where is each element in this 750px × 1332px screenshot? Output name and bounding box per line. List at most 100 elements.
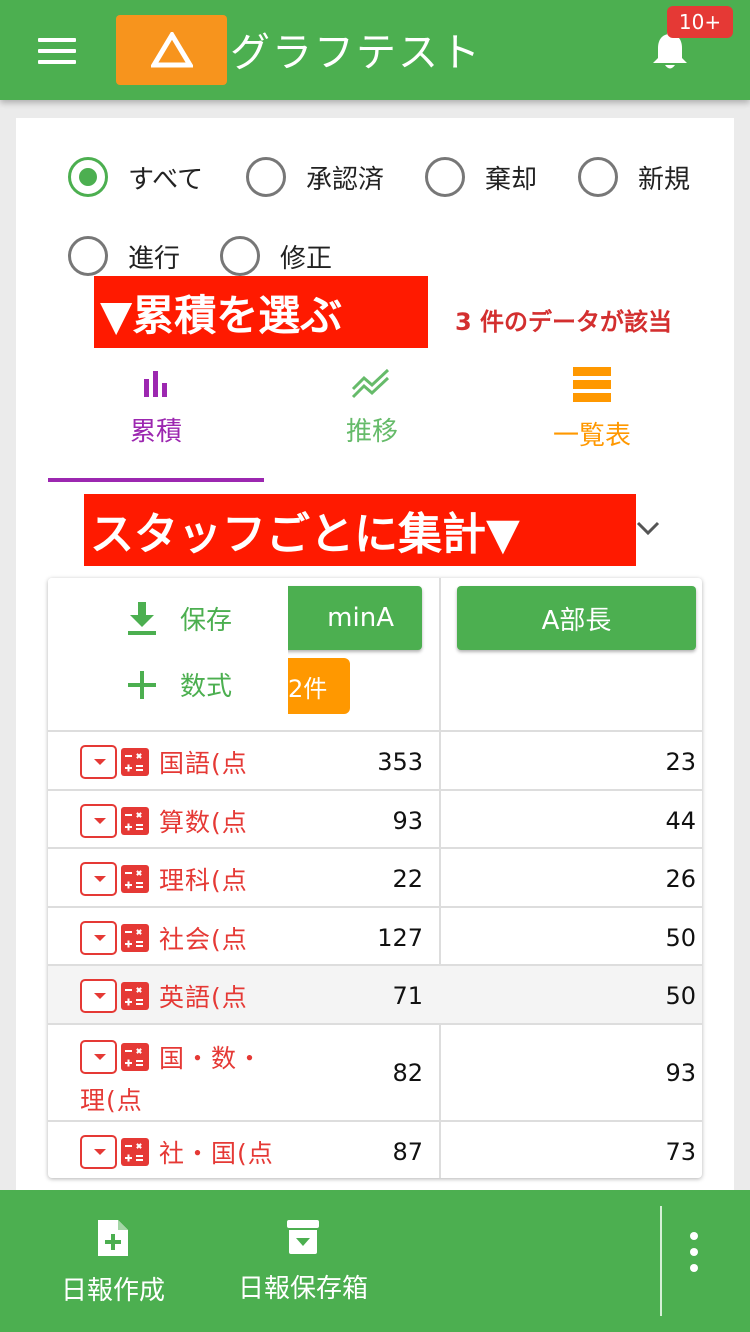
popup-item-formula-label: 数式	[180, 672, 233, 702]
row-label: 社会(点	[159, 925, 248, 954]
row-label: 算数(点	[159, 808, 248, 837]
calculator-icon[interactable]	[121, 982, 149, 1010]
more-vert-icon[interactable]	[686, 1232, 702, 1282]
staff-button-a-manager-label: A部長	[541, 605, 612, 636]
radio-in-progress[interactable]	[68, 236, 108, 276]
row-dropdown-button[interactable]	[80, 979, 117, 1013]
row-label: 英語(点	[159, 983, 248, 1012]
radio-rejected[interactable]	[425, 157, 465, 197]
radio-revision[interactable]	[220, 236, 260, 276]
report-storage-button[interactable]: 日報保存箱	[230, 1218, 376, 1305]
table-row: 理科(点 22 26	[48, 849, 702, 908]
tab-trend-label: 推移	[345, 417, 398, 447]
filter-new[interactable]: 新規	[578, 157, 690, 197]
radio-approved[interactable]	[246, 157, 286, 197]
radio-all[interactable]	[68, 157, 108, 197]
staff-button-a-manager[interactable]: A部長	[457, 586, 696, 650]
calculator-icon[interactable]	[121, 1043, 149, 1071]
chevron-down-icon[interactable]	[634, 518, 662, 538]
cell-value-a: 87	[392, 1138, 423, 1166]
tab-active-indicator	[48, 478, 264, 482]
aggregate-table: minA A部長 2件 保存 数式 国語(点 353 23 算数(点 93 44…	[48, 578, 702, 1178]
filter-rejected-label: 棄却	[485, 164, 538, 195]
row-controls: 国・数・	[80, 1039, 263, 1075]
popup-item-save-label: 保存	[180, 606, 233, 636]
cell-value-a: 127	[377, 924, 423, 952]
app-title: グラフテスト	[230, 30, 482, 76]
row-controls: 社・国(点	[80, 1134, 274, 1170]
row-dropdown-button[interactable]	[80, 745, 117, 779]
filter-approved[interactable]: 承認済	[246, 157, 384, 197]
tab-list[interactable]: 一覧表	[484, 365, 700, 475]
filter-new-label: 新規	[638, 164, 691, 195]
row-controls: 社会(点	[80, 920, 248, 956]
filter-approved-label: 承認済	[306, 164, 385, 195]
filter-all[interactable]: すべて	[68, 157, 203, 197]
result-count: 3 件のデータが該当	[455, 308, 673, 336]
create-report-label: 日報作成	[60, 1276, 165, 1306]
new-document-icon	[98, 1220, 128, 1256]
row-dropdown-button[interactable]	[80, 1040, 117, 1074]
cell-value-b: 26	[665, 865, 696, 893]
row-dropdown-button[interactable]	[80, 804, 117, 838]
table-row: 社会(点 127 50	[48, 908, 702, 966]
row-controls: 理科(点	[80, 861, 248, 897]
row-controls: 算数(点	[80, 803, 248, 839]
tab-cumulative[interactable]: 累積	[48, 365, 264, 475]
cell-value-b: 50	[665, 982, 696, 1010]
cell-value-a: 93	[392, 807, 423, 835]
row-label-continued: 理(点	[80, 1086, 143, 1115]
app-header: グラフテスト 10+	[0, 0, 750, 100]
filter-revision-label: 修正	[280, 243, 333, 274]
filter-all-label: すべて	[128, 164, 204, 195]
report-storage-label: 日報保存箱	[237, 1274, 368, 1304]
table-row: 英語(点 71 50	[48, 966, 702, 1025]
row-dropdown-button[interactable]	[80, 921, 117, 955]
app-logo[interactable]	[116, 15, 227, 85]
create-report-button[interactable]: 日報作成	[50, 1218, 176, 1307]
popup-item-formula[interactable]: 数式	[126, 666, 232, 703]
archive-box-icon	[287, 1220, 319, 1254]
list-icon	[573, 367, 611, 402]
calculator-icon[interactable]	[121, 924, 149, 952]
menu-icon[interactable]	[38, 38, 76, 64]
row-dropdown-button[interactable]	[80, 862, 117, 896]
staff-button-mina-label: minA	[327, 603, 394, 633]
cell-value-b: 93	[665, 1059, 696, 1087]
calculator-icon[interactable]	[121, 865, 149, 893]
filter-revision[interactable]: 修正	[220, 236, 332, 276]
toolbar-divider	[660, 1206, 662, 1316]
calculator-icon[interactable]	[121, 748, 149, 776]
download-icon	[128, 601, 156, 635]
cell-value-b: 50	[665, 924, 696, 952]
row-label: 社・国(点	[159, 1139, 274, 1168]
row-controls: 英語(点	[80, 978, 248, 1014]
table-row: 国・数・ 理(点 82 93	[48, 1025, 702, 1122]
tab-list-label: 一覧表	[552, 421, 631, 451]
count-chip-label: 2件	[288, 674, 328, 703]
annotation-select-cumulative: ▼累積を選ぶ	[94, 276, 428, 348]
count-chip: 2件	[288, 658, 350, 714]
cell-value-a: 71	[392, 982, 423, 1010]
filter-in-progress-label: 進行	[128, 243, 181, 274]
radio-new[interactable]	[578, 157, 618, 197]
cell-value-b: 44	[665, 807, 696, 835]
table-row: 算数(点 93 44	[48, 791, 702, 849]
row-controls: 国語(点	[80, 744, 248, 780]
filter-in-progress[interactable]: 進行	[68, 236, 180, 276]
calculator-icon[interactable]	[121, 1138, 149, 1166]
tab-trend[interactable]: 推移	[264, 365, 480, 475]
cell-value-b: 73	[665, 1138, 696, 1166]
tab-cumulative-label: 累積	[129, 417, 182, 447]
popup-item-save[interactable]: 保存	[126, 600, 232, 637]
cell-value-a: 353	[377, 748, 423, 776]
bar-chart-icon	[144, 371, 167, 397]
popup-menu: 保存 数式	[48, 578, 288, 718]
calculator-icon[interactable]	[121, 807, 149, 835]
row-dropdown-button[interactable]	[80, 1135, 117, 1169]
trend-line-icon	[351, 368, 390, 399]
cell-value-b: 23	[665, 748, 696, 776]
filter-rejected[interactable]: 棄却	[425, 157, 537, 197]
table-row: 社・国(点 87 73	[48, 1122, 702, 1178]
annotation-aggregate-by-staff: スタッフごとに集計▼	[84, 494, 636, 566]
